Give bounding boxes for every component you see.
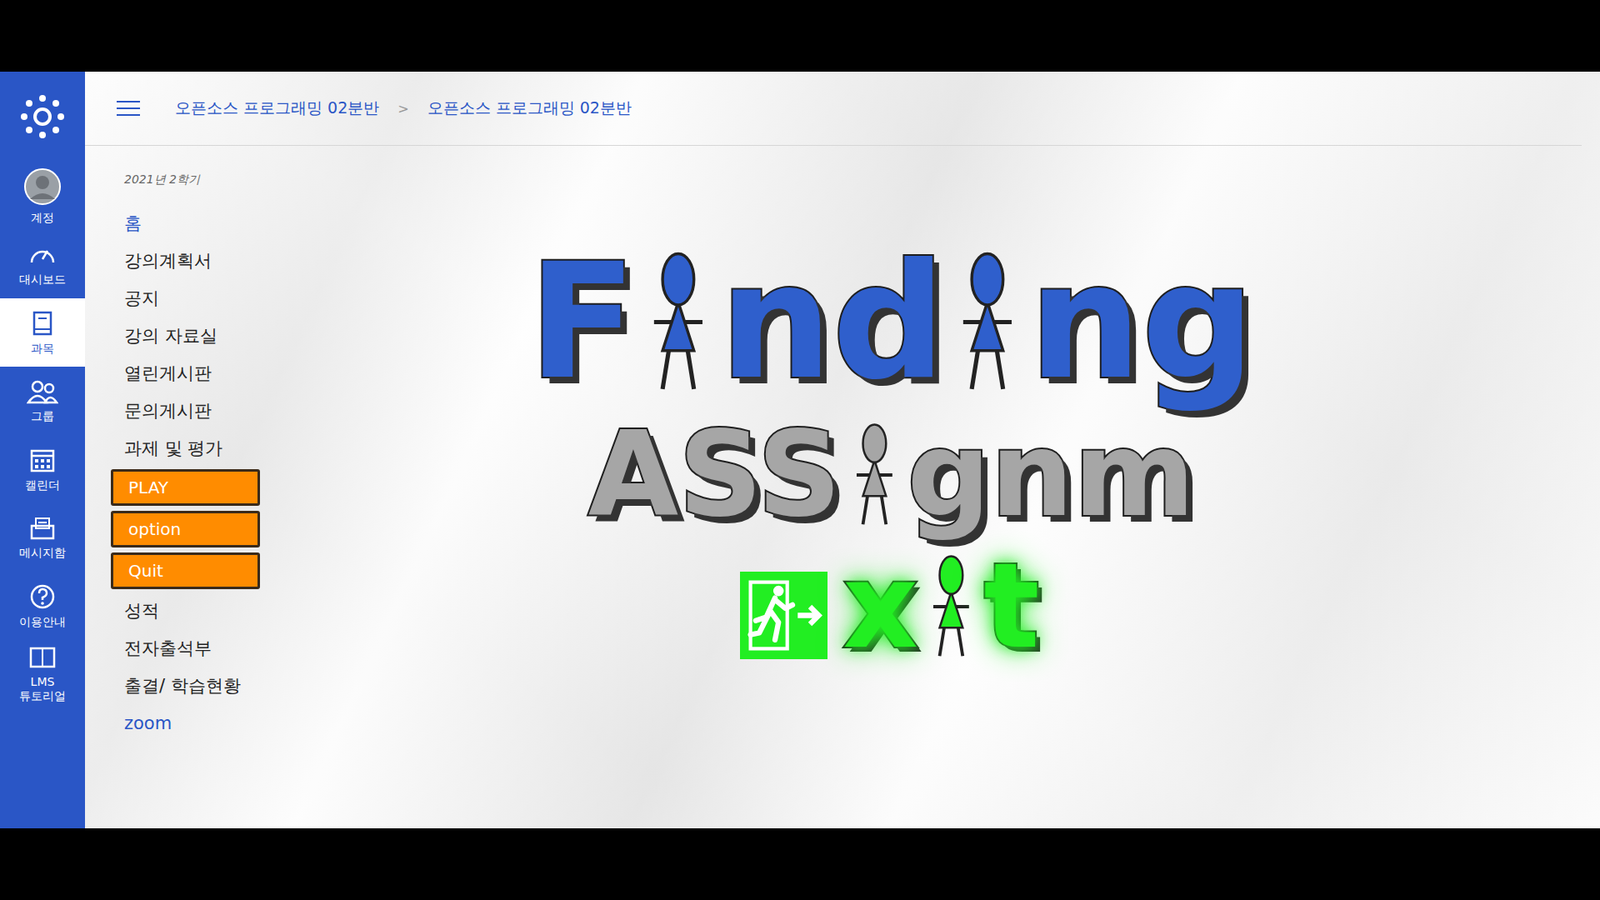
title-line: Fndng [525,243,1259,402]
course-nav-link[interactable]: 출결/ 학습현황 [110,666,275,705]
term-label: 2021년 2학기 [110,172,275,205]
menu-button[interactable]: Quit [110,552,260,590]
sidebar-label: 이용안내 [19,615,66,630]
course-nav-link[interactable]: 과제 및 평가 [110,429,275,467]
course-nav-link[interactable]: 강의계획서 [110,241,275,280]
breadcrumb-link[interactable]: 오픈소스 프로그래밍 02분반 [427,97,632,120]
title-letters: nd [716,243,950,402]
sidebar-item[interactable]: 계정 [0,161,85,230]
sidebar-label: 과목 [30,341,55,356]
breadcrumb-link[interactable]: 오픈소스 프로그래밍 02분반 [175,97,380,120]
sidebar-item[interactable]: LMS 튜토리얼 [0,640,85,709]
course-nav-link[interactable]: 홈 [110,204,275,242]
title-letters: gnm [903,416,1199,534]
sidebar-label: 대시보드 [19,272,66,287]
title-letters: ng [1025,243,1259,402]
exit-sign-icon [740,571,828,660]
title-letters: t [980,548,1044,665]
sidebar-item[interactable]: 대시보드 [0,230,85,299]
groups-icon [26,379,59,405]
menu-button[interactable]: PLAY [110,469,260,506]
sidebar-label: 계정 [30,210,55,225]
inbox-icon [29,515,56,541]
breadcrumb-bar: 오픈소스 프로그래밍 02분반 > 오픈소스 프로그래밍 02분반 [85,71,1582,146]
course-page: 오픈소스 프로그래밍 02분반 > 오픈소스 프로그래밍 02분반 2021년 2학기… [85,71,1600,829]
sidebar-item[interactable]: 이용안내 [0,571,85,640]
calendar-icon [29,446,56,474]
title-line: ASS gnm [585,416,1199,534]
title-line: xt [740,548,1043,665]
sidebar-item[interactable]: 메시지함 [0,503,85,572]
course-nav-link[interactable]: 강의 자료실 [110,316,275,355]
help-icon [29,583,56,610]
hamburger-icon[interactable] [116,100,140,117]
game-screen: 계정대시보드과목그룹캘린더메시지함이용안내 LMS 튜토리얼 오픈소스 프로그래밍 … [0,0,1600,900]
lms-frame: 계정대시보드과목그룹캘린더메시지함이용안내 LMS 튜토리얼 오픈소스 프로그래밍 … [0,71,1600,829]
sidebar-label: LMS 튜토리얼 [19,675,66,704]
logo-icon[interactable] [0,71,85,162]
stick-figure-icon [926,554,976,660]
title-letters: F [525,243,640,402]
book-icon [30,310,55,337]
course-nav-link[interactable]: zoom [110,704,275,742]
breadcrumb-separator: > [397,100,409,117]
global-nav: 계정대시보드과목그룹캘린더메시지함이용안내 LMS 튜토리얼 [0,71,85,829]
course-body: 2021년 2학기홈강의계획서공지강의 자료실열린게시판문의게시판과제 및 평가… [85,145,1600,829]
menu-button[interactable]: option [110,510,260,548]
title-letters: x [839,548,921,665]
course-nav: 2021년 2학기홈강의계획서공지강의 자료실열린게시판문의게시판과제 및 평가… [85,145,275,829]
sidebar-label: 그룹 [30,409,55,424]
dashboard-icon [28,242,57,268]
course-nav-link[interactable]: 전자출석부 [110,629,275,667]
game-title: Fndng ASS gnm xt [275,145,1600,829]
bottom-letterbox [0,828,1600,900]
course-nav-link[interactable]: 열린게시판 [110,354,275,392]
sidebar-item[interactable]: 과목 [0,298,85,367]
course-nav-link[interactable]: 공지 [110,279,275,317]
avatar-icon [23,167,62,206]
sidebar-item[interactable]: 그룹 [0,366,85,435]
top-letterbox [0,0,1600,72]
sidebar-label: 캘린더 [25,478,60,493]
stick-figure-icon [645,250,712,394]
stick-figure-icon [954,250,1021,394]
stick-figure-icon [850,422,900,528]
tutorial-book-icon [28,645,57,670]
sidebar-item[interactable]: 캘린더 [0,435,85,504]
course-nav-link[interactable]: 성적 [110,591,275,630]
course-nav-link[interactable]: 문의게시판 [110,391,275,430]
title-letters: ASS [585,416,845,534]
sidebar-label: 메시지함 [19,545,66,560]
